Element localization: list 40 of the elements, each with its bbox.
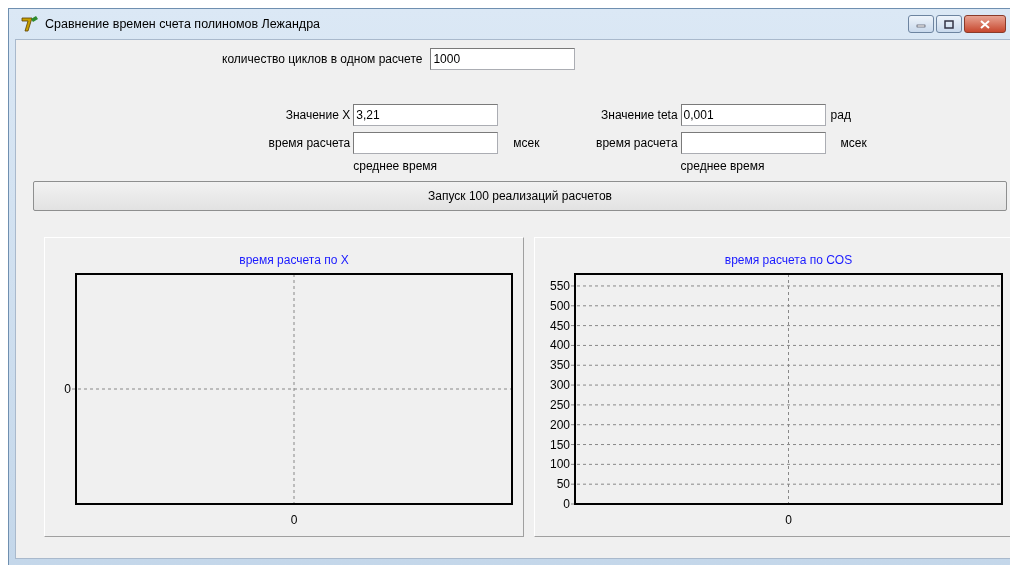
chart-title: время расчета по COS <box>724 253 853 267</box>
axis-tick-label: 450 <box>549 318 570 333</box>
field-label: Значение teta <box>600 108 679 122</box>
chart-title: время расчета по X <box>239 253 349 267</box>
close-button[interactable] <box>964 15 1006 33</box>
axis-tick-label: 50 <box>556 477 570 492</box>
close-icon <box>980 19 990 29</box>
axis-tick-label: 0 <box>290 513 298 527</box>
minimize-button[interactable] <box>908 15 934 33</box>
axis-tick-label: 350 <box>549 358 570 373</box>
axis-tick-label: 0 <box>64 382 71 396</box>
axis-tick-label: 500 <box>549 298 570 313</box>
input-field[interactable]: 3,21 <box>353 104 499 126</box>
field-label: время расчета <box>267 136 352 150</box>
input-field[interactable] <box>353 132 499 154</box>
unit-label: рад <box>829 108 852 122</box>
input-field[interactable]: 0,001 <box>680 104 826 126</box>
maximize-icon <box>944 19 954 29</box>
window-title: Сравнение времен счета полиномов Лежандра <box>45 17 321 31</box>
axis-tick-label: 0 <box>785 513 792 527</box>
axis-tick-label: 300 <box>549 378 570 393</box>
axis-tick-label: 100 <box>549 457 570 472</box>
input-field[interactable]: 1000 <box>430 48 576 70</box>
axis-tick-label: 0 <box>563 497 570 511</box>
axis-tick-label: 200 <box>549 417 570 432</box>
field-label: среднее время <box>353 159 439 173</box>
field-label: время расчета <box>596 136 679 150</box>
axis-tick-label: 150 <box>549 437 570 452</box>
axis-tick-label: 550 <box>549 278 570 293</box>
unit-label: мсек <box>512 136 541 150</box>
axis-tick-label: 400 <box>549 338 570 353</box>
axis-tick-label: 250 <box>549 397 570 412</box>
run-button[interactable]: Запуск 100 реализаций расчетов <box>33 181 1007 211</box>
field-label: среднее время <box>680 159 766 173</box>
field-label: Значение X <box>284 108 352 122</box>
maximize-button[interactable] <box>936 15 962 33</box>
app-icon <box>21 15 39 33</box>
field-label: количество циклов в одном расчете <box>222 52 423 66</box>
input-field[interactable] <box>680 132 826 154</box>
unit-label: мсек <box>839 136 867 150</box>
